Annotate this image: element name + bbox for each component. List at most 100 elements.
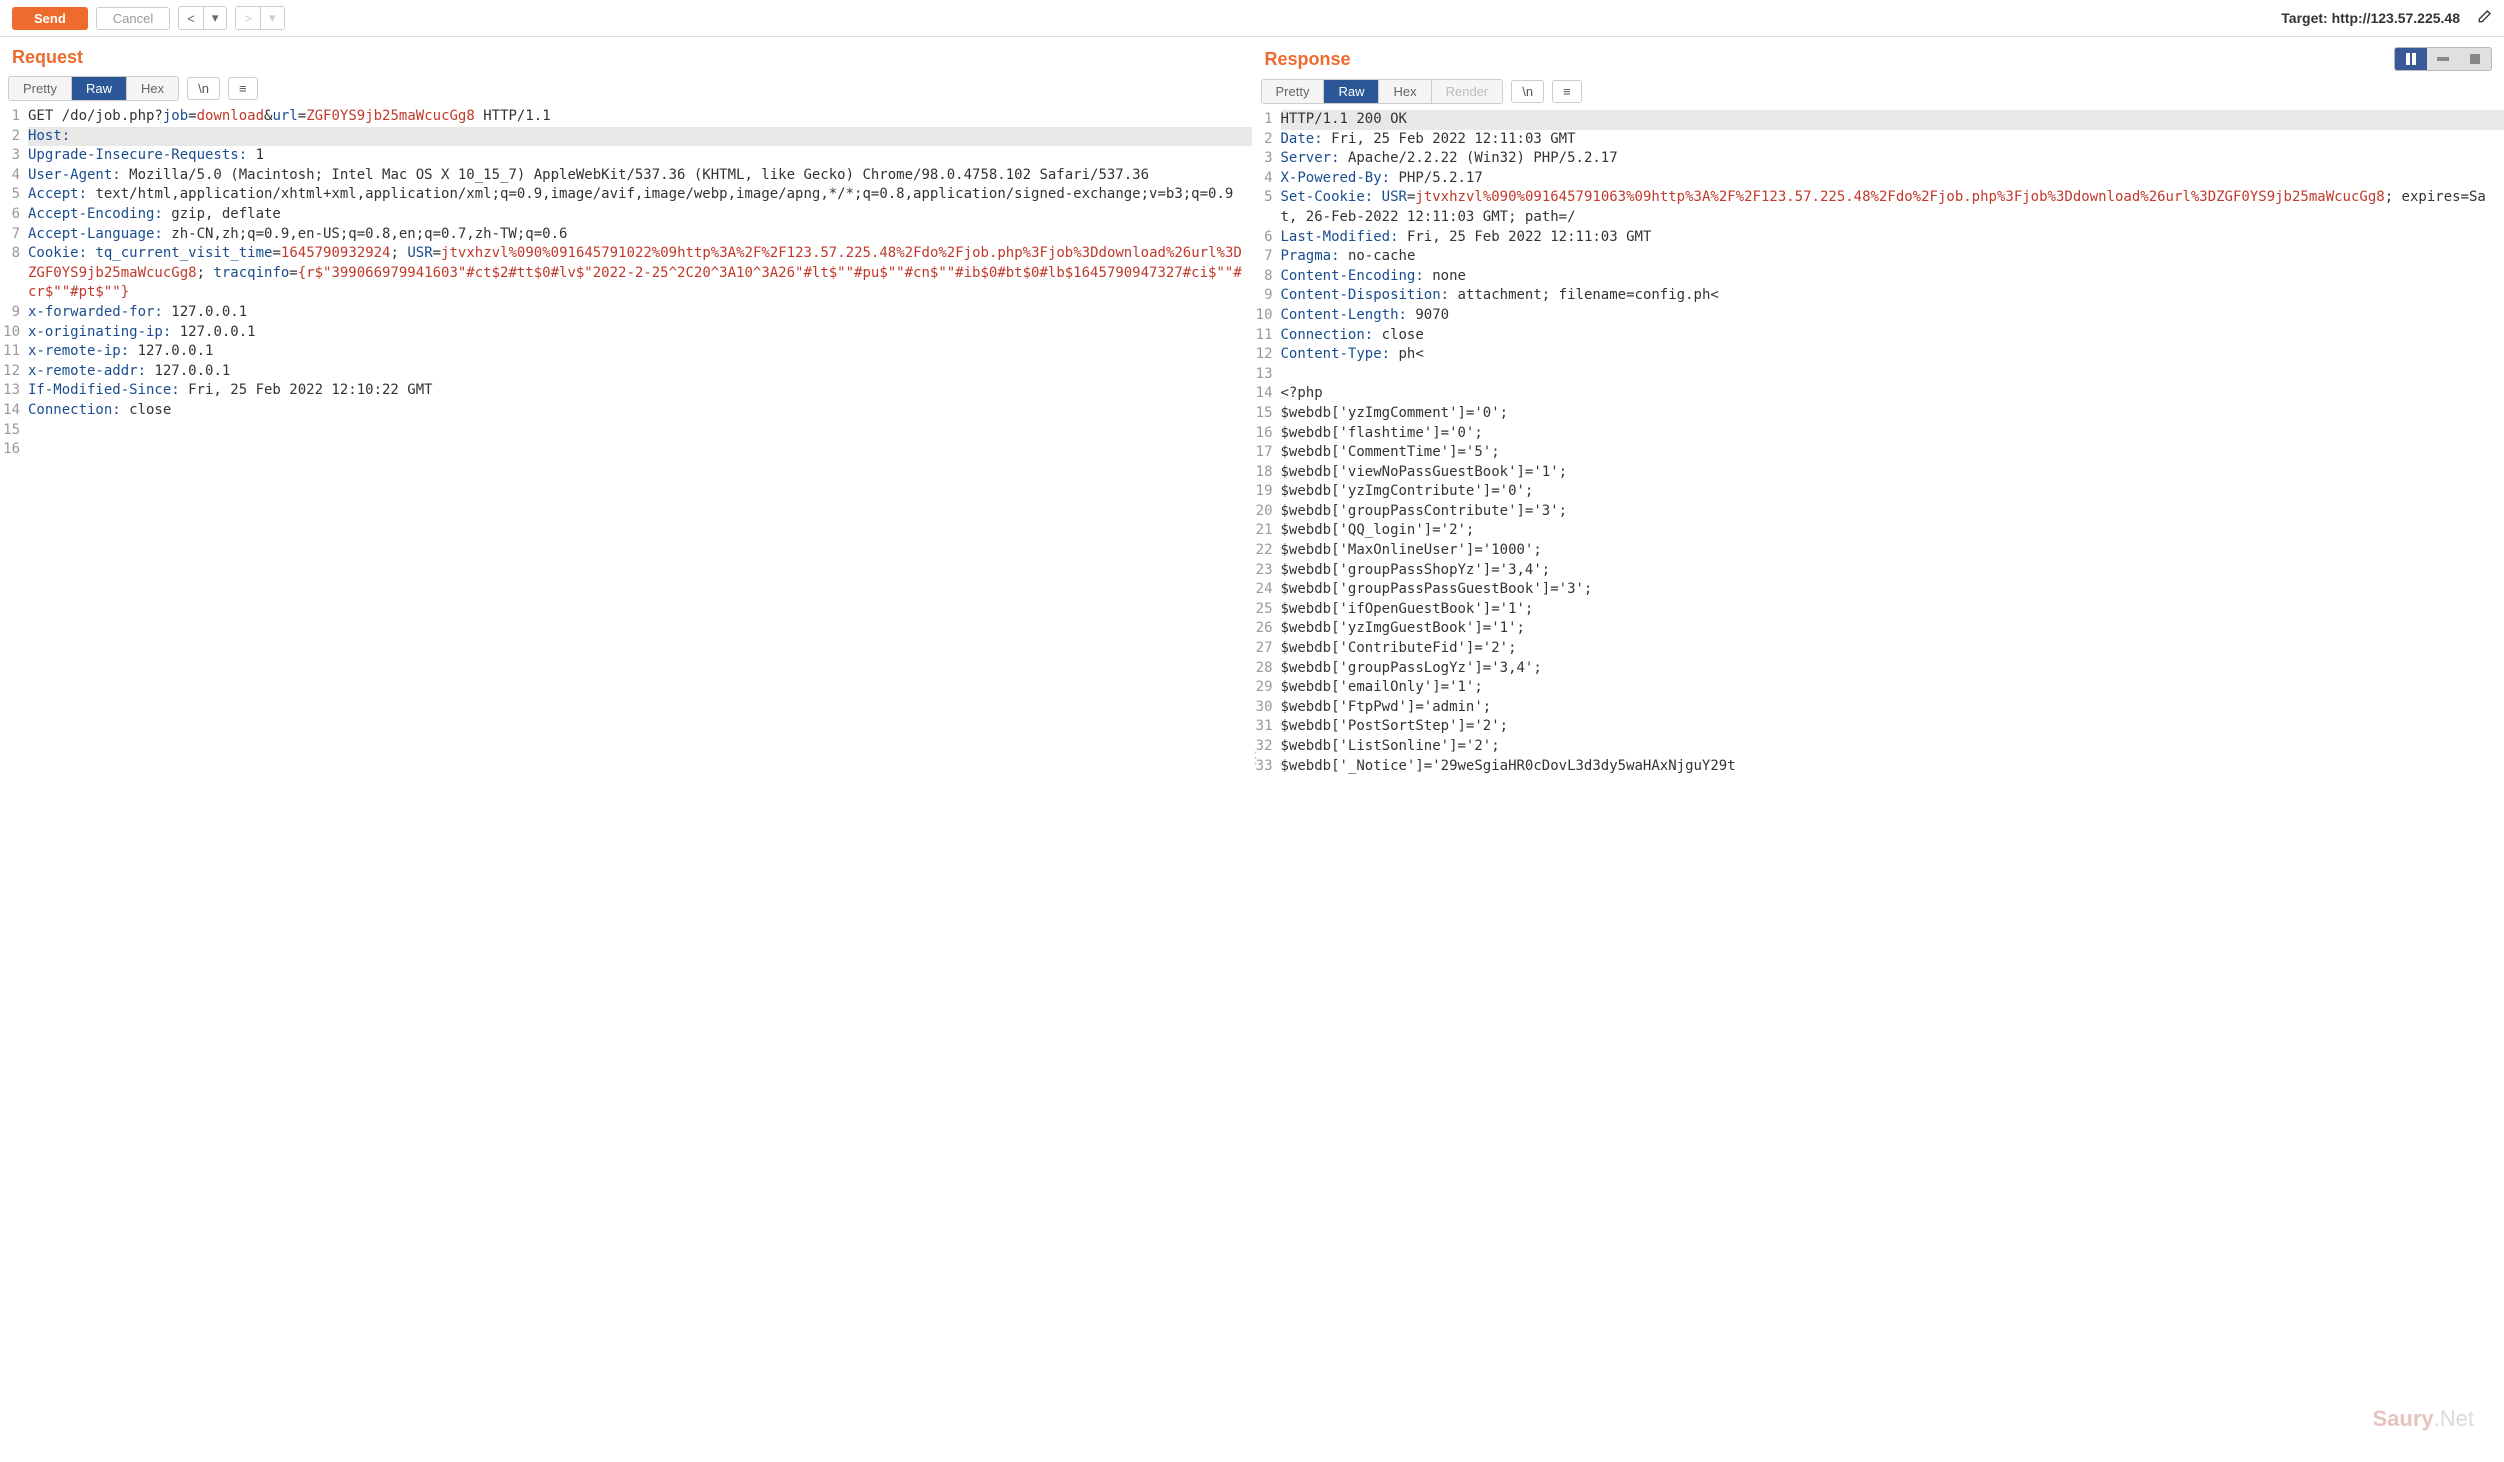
code-line: 14Connection: close [0,401,1252,421]
line-content[interactable]: Date: Fri, 25 Feb 2022 12:11:03 GMT [1281,130,2504,150]
line-content[interactable]: $webdb['QQ_login']='2'; [1281,521,2504,541]
code-line: 33$webdb['_Notice']='29weSgiaHR0cDovL3d3… [1253,757,2504,777]
line-content[interactable]: x-remote-addr: 127.0.0.1 [28,362,1252,382]
code-line: 24$webdb['groupPassPassGuestBook']='3'; [1253,580,2504,600]
tab-hex[interactable]: Hex [1378,80,1430,103]
line-content[interactable]: $webdb['FtpPwd']='admin'; [1281,698,2504,718]
panel-divider[interactable] [1252,37,1253,1459]
line-content[interactable]: $webdb['CommentTime']='5'; [1281,443,2504,463]
line-content[interactable]: $webdb['PostSortStep']='2'; [1281,717,2504,737]
response-viewer[interactable]: 1HTTP/1.1 200 OK2Date: Fri, 25 Feb 2022 … [1253,110,2504,1459]
line-number: 7 [1253,247,1281,267]
edit-target-icon[interactable] [2476,9,2492,28]
code-line: 3Upgrade-Insecure-Requests: 1 [0,146,1252,166]
line-content[interactable]: $webdb['MaxOnlineUser']='1000'; [1281,541,2504,561]
send-button[interactable]: Send [12,7,88,30]
forward-dropdown[interactable]: ▾ [260,7,284,29]
line-content[interactable]: x-forwarded-for: 127.0.0.1 [28,303,1252,323]
panels: Request Pretty Raw Hex \n ≡ 1GET /do/job… [0,37,2504,1459]
line-content[interactable]: Pragma: no-cache [1281,247,2504,267]
line-content[interactable]: Upgrade-Insecure-Requests: 1 [28,146,1252,166]
line-content[interactable]: $webdb['viewNoPassGuestBook']='1'; [1281,463,2504,483]
line-content[interactable]: Content-Disposition: attachment; filenam… [1281,286,2504,306]
line-content[interactable]: $webdb['ListSonline']='2'; [1281,737,2504,757]
code-line: 9x-forwarded-for: 127.0.0.1 [0,303,1252,323]
line-content[interactable]: Accept-Encoding: gzip, deflate [28,205,1252,225]
response-title: Response [1265,49,1351,70]
line-content[interactable]: Content-Encoding: none [1281,267,2504,287]
line-content[interactable]: $webdb['groupPassContribute']='3'; [1281,502,2504,522]
forward-button[interactable]: > [236,7,260,29]
line-content[interactable]: Cookie: tq_current_visit_time=1645790932… [28,244,1252,303]
layout-columns-icon[interactable] [2395,48,2427,70]
line-content[interactable]: $webdb['groupPassPassGuestBook']='3'; [1281,580,2504,600]
tab-hex[interactable]: Hex [126,77,178,100]
line-number: 15 [0,421,28,441]
line-content[interactable]: Connection: close [28,401,1252,421]
tab-raw[interactable]: Raw [71,77,126,100]
cancel-button[interactable]: Cancel [96,7,170,30]
back-button[interactable]: < [179,7,203,29]
line-content[interactable]: GET /do/job.php?job=download&url=ZGF0YS9… [28,107,1252,127]
line-content[interactable]: $webdb['yzImgGuestBook']='1'; [1281,619,2504,639]
request-editor[interactable]: 1GET /do/job.php?job=download&url=ZGF0YS… [0,107,1252,1459]
back-dropdown[interactable]: ▾ [203,7,227,29]
line-content[interactable]: $webdb['_Notice']='29weSgiaHR0cDovL3d3dy… [1281,757,2504,777]
line-number: 10 [1253,306,1281,326]
line-content[interactable]: If-Modified-Since: Fri, 25 Feb 2022 12:1… [28,381,1252,401]
newline-toggle[interactable]: \n [1511,80,1544,103]
line-number: 31 [1253,717,1281,737]
line-content[interactable]: $webdb['groupPassShopYz']='3,4'; [1281,561,2504,581]
line-content[interactable]: X-Powered-By: PHP/5.2.17 [1281,169,2504,189]
code-line: 8Content-Encoding: none [1253,267,2504,287]
line-number: 1 [1253,110,1281,130]
line-number: 15 [1253,404,1281,424]
line-content[interactable]: Connection: close [1281,326,2504,346]
line-content[interactable]: $webdb['ContributeFid']='2'; [1281,639,2504,659]
line-content[interactable]: Accept: text/html,application/xhtml+xml,… [28,185,1252,205]
line-content[interactable]: Accept-Language: zh-CN,zh;q=0.9,en-US;q=… [28,225,1252,245]
line-content[interactable]: Content-Length: 9070 [1281,306,2504,326]
response-panel: Response Pretty Raw Hex Render \n ≡ 1HTT… [1253,37,2504,1459]
line-content[interactable]: x-originating-ip: 127.0.0.1 [28,323,1252,343]
line-content[interactable]: $webdb['flashtime']='0'; [1281,424,2504,444]
layout-single-icon[interactable] [2459,48,2491,70]
response-menu-icon[interactable]: ≡ [1552,80,1582,103]
line-content[interactable]: User-Agent: Mozilla/5.0 (Macintosh; Inte… [28,166,1252,186]
line-content[interactable]: Server: Apache/2.2.22 (Win32) PHP/5.2.17 [1281,149,2504,169]
line-number: 4 [1253,169,1281,189]
line-number: 4 [0,166,28,186]
layout-rows-icon[interactable] [2427,48,2459,70]
line-number: 12 [1253,345,1281,365]
request-menu-icon[interactable]: ≡ [228,77,258,100]
tab-pretty[interactable]: Pretty [1262,80,1324,103]
line-number: 10 [0,323,28,343]
code-line: 4User-Agent: Mozilla/5.0 (Macintosh; Int… [0,166,1252,186]
tab-raw[interactable]: Raw [1323,80,1378,103]
line-content[interactable]: HTTP/1.1 200 OK [1281,110,2504,130]
line-number: 26 [1253,619,1281,639]
line-number: 27 [1253,639,1281,659]
line-content[interactable]: $webdb['yzImgComment']='0'; [1281,404,2504,424]
code-line: 12Content-Type: ph< [1253,345,2504,365]
line-content[interactable]: $webdb['groupPassLogYz']='3,4'; [1281,659,2504,679]
line-content[interactable]: $webdb['ifOpenGuestBook']='1'; [1281,600,2504,620]
code-line: 7Pragma: no-cache [1253,247,2504,267]
line-content[interactable]: $webdb['emailOnly']='1'; [1281,678,2504,698]
line-content[interactable]: Set-Cookie: USR=jtvxhzvl%090%09164579106… [1281,188,2504,227]
line-content[interactable]: x-remote-ip: 127.0.0.1 [28,342,1252,362]
code-line: 29$webdb['emailOnly']='1'; [1253,678,2504,698]
code-line: 12x-remote-addr: 127.0.0.1 [0,362,1252,382]
code-line: 31$webdb['PostSortStep']='2'; [1253,717,2504,737]
code-line: 13 [1253,365,2504,385]
line-content[interactable]: <?php [1281,384,2504,404]
line-content[interactable]: $webdb['yzImgContribute']='0'; [1281,482,2504,502]
line-number: 7 [0,225,28,245]
line-content[interactable]: Last-Modified: Fri, 25 Feb 2022 12:11:03… [1281,228,2504,248]
tab-render[interactable]: Render [1431,80,1503,103]
line-content[interactable]: Content-Type: ph< [1281,345,2504,365]
tab-pretty[interactable]: Pretty [9,77,71,100]
newline-toggle[interactable]: \n [187,77,220,100]
line-content[interactable]: Host: [28,127,1252,147]
line-number: 16 [1253,424,1281,444]
